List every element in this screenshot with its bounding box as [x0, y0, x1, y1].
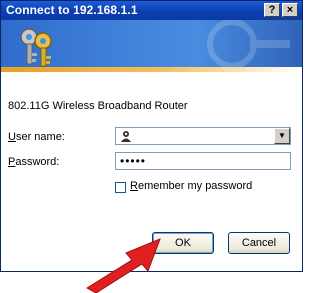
window-title: Connect to 192.168.1.1: [6, 3, 138, 17]
username-label: User name:: [8, 131, 65, 143]
keys-watermark-icon: [207, 20, 290, 69]
red-arrow-annotation: [86, 238, 161, 293]
title-bar[interactable]: Connect to 192.168.1.1 ? ×: [1, 1, 302, 20]
dialog-banner: [1, 20, 302, 72]
user-icon: [121, 131, 131, 142]
help-button[interactable]: ?: [264, 3, 280, 17]
password-field[interactable]: •••••: [115, 152, 291, 170]
remember-label[interactable]: Remember my password: [130, 180, 252, 192]
username-combobox[interactable]: ▼: [115, 127, 291, 145]
connect-dialog: Connect to 192.168.1.1 ? × 802.11G Wirel…: [0, 0, 303, 272]
cancel-button[interactable]: Cancel: [228, 232, 290, 254]
remember-label-rest: emember my password: [137, 180, 253, 192]
password-label: Password:: [8, 156, 60, 168]
password-label-rest: assword:: [15, 156, 60, 168]
username-label-rest: ser name:: [15, 131, 65, 143]
remember-checkbox[interactable]: [115, 182, 126, 193]
chevron-down-icon[interactable]: ▼: [274, 128, 290, 144]
keys-icon: [20, 28, 52, 67]
close-button[interactable]: ×: [282, 3, 298, 17]
router-name: 802.11G Wireless Broadband Router: [8, 100, 188, 112]
